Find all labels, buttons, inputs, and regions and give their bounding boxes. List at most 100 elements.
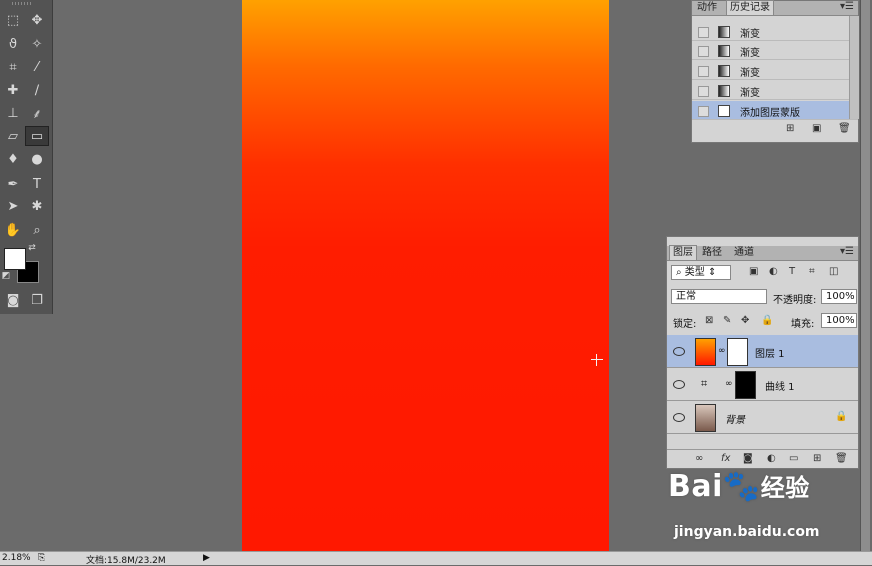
zoom-tool-icon[interactable]: ⌕ (26, 220, 48, 240)
status-menu-arrow-icon[interactable]: ▶ (203, 553, 210, 563)
tab-layers[interactable]: 图层 (669, 245, 697, 260)
visibility-eye-icon[interactable] (673, 347, 685, 356)
hand-tool-icon[interactable]: ✋ (2, 220, 24, 240)
tab-paths[interactable]: 路径 (699, 246, 725, 260)
history-checkbox[interactable] (698, 106, 709, 117)
lock-pixels-icon[interactable]: ✎ (723, 315, 731, 326)
watermark-url: jingyan.baidu.com (674, 524, 820, 540)
document-canvas[interactable] (242, 0, 609, 551)
watermark-brand-cn: 经验 (760, 474, 810, 502)
history-item[interactable]: 渐变 (692, 22, 858, 41)
layers-panel: 图层 路径 通道 ▾☰ ⌕ 类型 ⇕ ▣ ◐ T ⌗ ◫ 正常 不透明度: 10… (666, 236, 859, 469)
magic-wand-tool-icon[interactable]: ✧ (26, 34, 48, 54)
visibility-eye-icon[interactable] (673, 380, 685, 389)
history-item-label: 渐变 (740, 68, 760, 79)
layer-name: 图层 1 (755, 349, 785, 360)
history-item[interactable]: 渐变 (692, 81, 858, 100)
opacity-input[interactable]: 100% (821, 289, 857, 304)
crosshair-cursor-icon (591, 354, 603, 366)
foreground-color-swatch[interactable] (4, 248, 26, 270)
lasso-tool-icon[interactable]: ϑ (2, 34, 24, 54)
pixel-filter-icon[interactable]: ▣ (749, 266, 758, 277)
layer-row-curves1[interactable]: ⌗ ∞ 曲线 1 (667, 368, 858, 401)
layer-thumbnail (695, 338, 716, 366)
gradient-state-icon (718, 45, 730, 57)
layer-mask-thumbnail[interactable] (727, 338, 748, 366)
path-selection-tool-icon[interactable]: ➤ (2, 196, 24, 216)
trash-icon[interactable]: 🗑 (838, 123, 851, 134)
snapshot-icon[interactable]: ▣ (812, 123, 821, 134)
type-tool-icon[interactable]: T (26, 174, 48, 194)
smart-object-filter-icon[interactable]: ◫ (829, 266, 838, 277)
layer-mask-thumbnail[interactable] (735, 371, 756, 399)
crop-tool-icon[interactable]: ⌗ (2, 57, 24, 77)
eyedropper-tool-icon[interactable]: ⁄ (26, 57, 48, 77)
baidu-watermark: Bai🐾经验 jingyan.baidu.com (668, 468, 820, 540)
lock-transparent-icon[interactable]: ⊠ (705, 315, 713, 326)
dock-scrollbar[interactable] (860, 0, 870, 551)
trash-icon[interactable]: 🗑 (835, 453, 848, 464)
history-item-label: 添加图层蒙版 (740, 108, 800, 119)
layers-footer: ∞ fx ◙ ◐ ▭ ⊞ 🗑 (667, 449, 858, 469)
history-checkbox[interactable] (698, 46, 709, 57)
history-item[interactable]: 渐变 (692, 61, 858, 80)
layer-row-layer1[interactable]: ∞ 图层 1 (667, 335, 858, 368)
lock-all-icon[interactable]: 🔒 (761, 315, 773, 326)
history-item-label: 渐变 (740, 48, 760, 59)
tab-channels[interactable]: 通道 (731, 246, 757, 260)
history-checkbox[interactable] (698, 27, 709, 38)
custom-shape-tool-icon[interactable]: ✱ (26, 196, 48, 216)
brush-tool-icon[interactable]: ∕ (26, 80, 48, 100)
pen-tool-icon[interactable]: ✒ (2, 174, 24, 194)
move-tool-icon[interactable]: ✥ (26, 10, 48, 30)
lock-position-icon[interactable]: ✥ (741, 315, 749, 326)
swap-colors-icon[interactable]: ⇄ (26, 242, 38, 254)
history-checkbox[interactable] (698, 86, 709, 97)
adjustment-layer-icon[interactable]: ◐ (767, 453, 776, 464)
history-brush-tool-icon[interactable]: ⸙ (26, 103, 48, 123)
visibility-eye-icon[interactable] (673, 413, 685, 422)
clone-stamp-tool-icon[interactable]: ⊥ (2, 103, 24, 123)
fill-input[interactable]: 100% (821, 313, 857, 328)
background-thumbnail (695, 404, 716, 432)
new-layer-icon[interactable]: ⊞ (813, 453, 821, 464)
tab-history[interactable]: 历史记录 (726, 0, 774, 15)
zoom-level[interactable]: 2.18% (2, 553, 31, 563)
eraser-tool-icon[interactable]: ▱ (2, 126, 24, 146)
panel-menu-icon[interactable]: ▾☰ (840, 246, 854, 257)
export-icon[interactable]: ⎘ (38, 553, 45, 563)
type-filter-icon[interactable]: T (789, 266, 795, 277)
link-icon: ∞ (725, 379, 733, 389)
shape-filter-icon[interactable]: ⌗ (809, 266, 815, 277)
panel-menu-icon[interactable]: ▾☰ (840, 1, 854, 12)
curves-adjustment-icon: ⌗ (701, 377, 708, 390)
gradient-state-icon (718, 26, 730, 38)
history-item[interactable]: 渐变 (692, 41, 858, 60)
tab-actions[interactable]: 动作 (694, 1, 720, 15)
add-mask-icon[interactable]: ◙ (743, 453, 753, 464)
history-item-selected[interactable]: 添加图层蒙版 (692, 101, 858, 120)
link-layers-icon[interactable]: ∞ (695, 453, 703, 464)
gradient-tool-icon[interactable]: ▭ (25, 126, 49, 146)
layer-row-background[interactable]: 背景 🔒 (667, 401, 858, 434)
marquee-tool-icon[interactable]: ⬚ (2, 10, 24, 30)
status-bar: 2.18% ⎘ 文档:15.8M/23.2M ▶ (0, 551, 872, 566)
toolbar-grip[interactable] (12, 2, 32, 5)
folder-icon[interactable]: ▭ (789, 453, 798, 464)
healing-brush-tool-icon[interactable]: ✚ (2, 80, 24, 100)
blend-mode-select[interactable]: 正常 (671, 289, 767, 304)
history-scrollbar[interactable] (849, 16, 859, 119)
dodge-tool-icon[interactable]: ● (26, 149, 48, 169)
history-checkbox[interactable] (698, 66, 709, 77)
new-document-from-state-icon[interactable]: ⊞ (786, 123, 794, 134)
watermark-brand: Bai (668, 469, 723, 504)
adjustment-filter-icon[interactable]: ◐ (769, 266, 778, 277)
screen-mode-icon[interactable]: ❐ (26, 290, 48, 310)
history-tabbar: 动作 历史记录 ▾☰ (692, 0, 858, 16)
history-panel: 动作 历史记录 ▾☰ 渐变 渐变 渐变 渐变 添加图层蒙版 ⊞ ▣ 🗑 (691, 0, 859, 143)
layer-filter-select[interactable]: ⌕ 类型 ⇕ (671, 265, 731, 280)
blur-tool-icon[interactable]: ♦ (2, 149, 24, 169)
default-colors-icon[interactable]: ◩ (0, 270, 12, 282)
quick-mask-icon[interactable]: ◙ (2, 290, 24, 310)
fx-icon[interactable]: fx (721, 453, 730, 464)
